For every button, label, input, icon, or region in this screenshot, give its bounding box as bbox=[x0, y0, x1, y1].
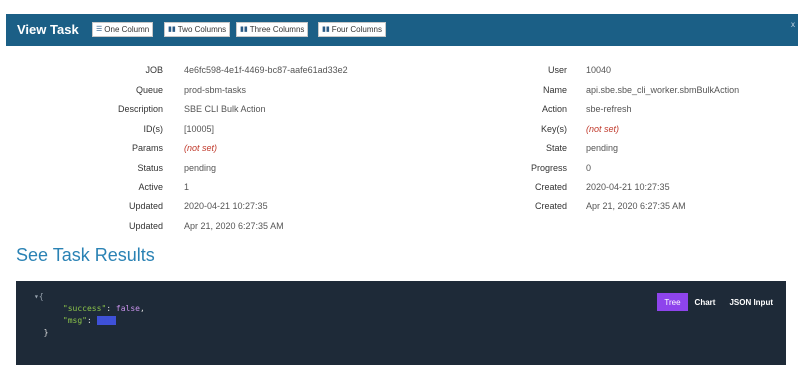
updated-value: 2020-04-21 10:27:35 bbox=[184, 201, 268, 211]
state-value: pending bbox=[586, 143, 619, 153]
name-label: Name bbox=[542, 85, 567, 95]
updated-formatted-label: Updated bbox=[128, 221, 163, 231]
description-label: Description bbox=[117, 104, 163, 114]
json-key-msg: "msg" bbox=[62, 316, 87, 325]
name-value: api.sbe.sbe_cli_worker.sbmBulkAction bbox=[586, 85, 740, 95]
active-value: 1 bbox=[184, 182, 190, 192]
columns-icon: ▮▮ bbox=[168, 26, 176, 33]
tab-json-input[interactable]: JSON Input bbox=[722, 293, 780, 311]
params-value: (not set) bbox=[184, 143, 218, 153]
created-label: Created bbox=[534, 182, 567, 192]
progress-value: 0 bbox=[586, 163, 592, 173]
one-column-label: One Column bbox=[104, 25, 150, 34]
created-value: 2020-04-21 10:27:35 bbox=[586, 182, 670, 192]
job-value: 4e6fc598-4e1f-4469-bc87-aafe61ad33e2 bbox=[184, 65, 348, 75]
description-value: SBE CLI Bulk Action bbox=[184, 104, 266, 114]
active-label: Active bbox=[138, 182, 163, 192]
columns-icon: ▮▮ bbox=[240, 26, 248, 33]
json-value-msg: null bbox=[96, 316, 116, 325]
ids-label: ID(s) bbox=[143, 124, 164, 134]
updated-label: Updated bbox=[128, 201, 163, 211]
keys-label: Key(s) bbox=[540, 124, 567, 134]
json-viewer-panel: ▾{ "success": false, "msg": null } Tree … bbox=[16, 281, 786, 365]
created-formatted-label: Created bbox=[534, 201, 567, 211]
json-open-brace: ▾{ bbox=[34, 292, 44, 301]
view-mode-tabs: Tree Chart JSON Input bbox=[657, 293, 780, 311]
json-key-success: "success" bbox=[62, 304, 107, 313]
three-columns-label: Three Columns bbox=[249, 25, 305, 34]
keys-value: (not set) bbox=[586, 124, 620, 134]
json-tree: ▾{ "success": false, "msg": null } bbox=[34, 292, 145, 337]
progress-label: Progress bbox=[530, 163, 567, 173]
see-task-results-heading: See Task Results bbox=[16, 245, 155, 265]
action-value: sbe-refresh bbox=[586, 104, 632, 114]
queue-value: prod-sbm-tasks bbox=[184, 85, 247, 95]
ids-value: [10005] bbox=[184, 124, 215, 134]
status-value: pending bbox=[184, 163, 217, 173]
json-close-brace: } bbox=[43, 328, 49, 337]
four-columns-label: Four Columns bbox=[331, 25, 382, 34]
one-column-button[interactable]: ☰ One Column bbox=[92, 22, 154, 37]
state-label: State bbox=[545, 143, 567, 153]
updated-formatted-value: Apr 21, 2020 6:27:35 AM bbox=[184, 221, 284, 231]
collapse-toggle-icon[interactable]: ▾{ bbox=[34, 292, 44, 301]
user-value: 10040 bbox=[586, 65, 612, 75]
close-icon[interactable]: x bbox=[791, 20, 795, 29]
two-columns-button[interactable]: ▮▮ Two Columns bbox=[164, 22, 231, 37]
queue-label: Queue bbox=[135, 85, 163, 95]
job-label: JOB bbox=[145, 65, 163, 75]
action-label: Action bbox=[541, 104, 567, 114]
two-columns-label: Two Columns bbox=[177, 25, 227, 34]
params-label: Params bbox=[131, 143, 163, 153]
three-columns-button[interactable]: ▮▮ Three Columns bbox=[236, 22, 309, 37]
four-columns-button[interactable]: ▮▮ Four Columns bbox=[318, 22, 386, 37]
status-label: Status bbox=[137, 163, 163, 173]
page-title: View Task bbox=[17, 22, 79, 37]
json-value-success: false bbox=[115, 304, 140, 313]
columns-icon: ▮▮ bbox=[322, 26, 330, 33]
tab-chart[interactable]: Chart bbox=[688, 293, 723, 311]
created-formatted-value: Apr 21, 2020 6:27:35 AM bbox=[586, 201, 686, 211]
tab-tree[interactable]: Tree bbox=[657, 293, 688, 311]
task-header-bar: View Task ☰ One Column ▮▮ Two Columns ▮▮… bbox=[6, 14, 798, 46]
user-label: User bbox=[547, 65, 567, 75]
columns-icon: ☰ bbox=[96, 26, 103, 33]
